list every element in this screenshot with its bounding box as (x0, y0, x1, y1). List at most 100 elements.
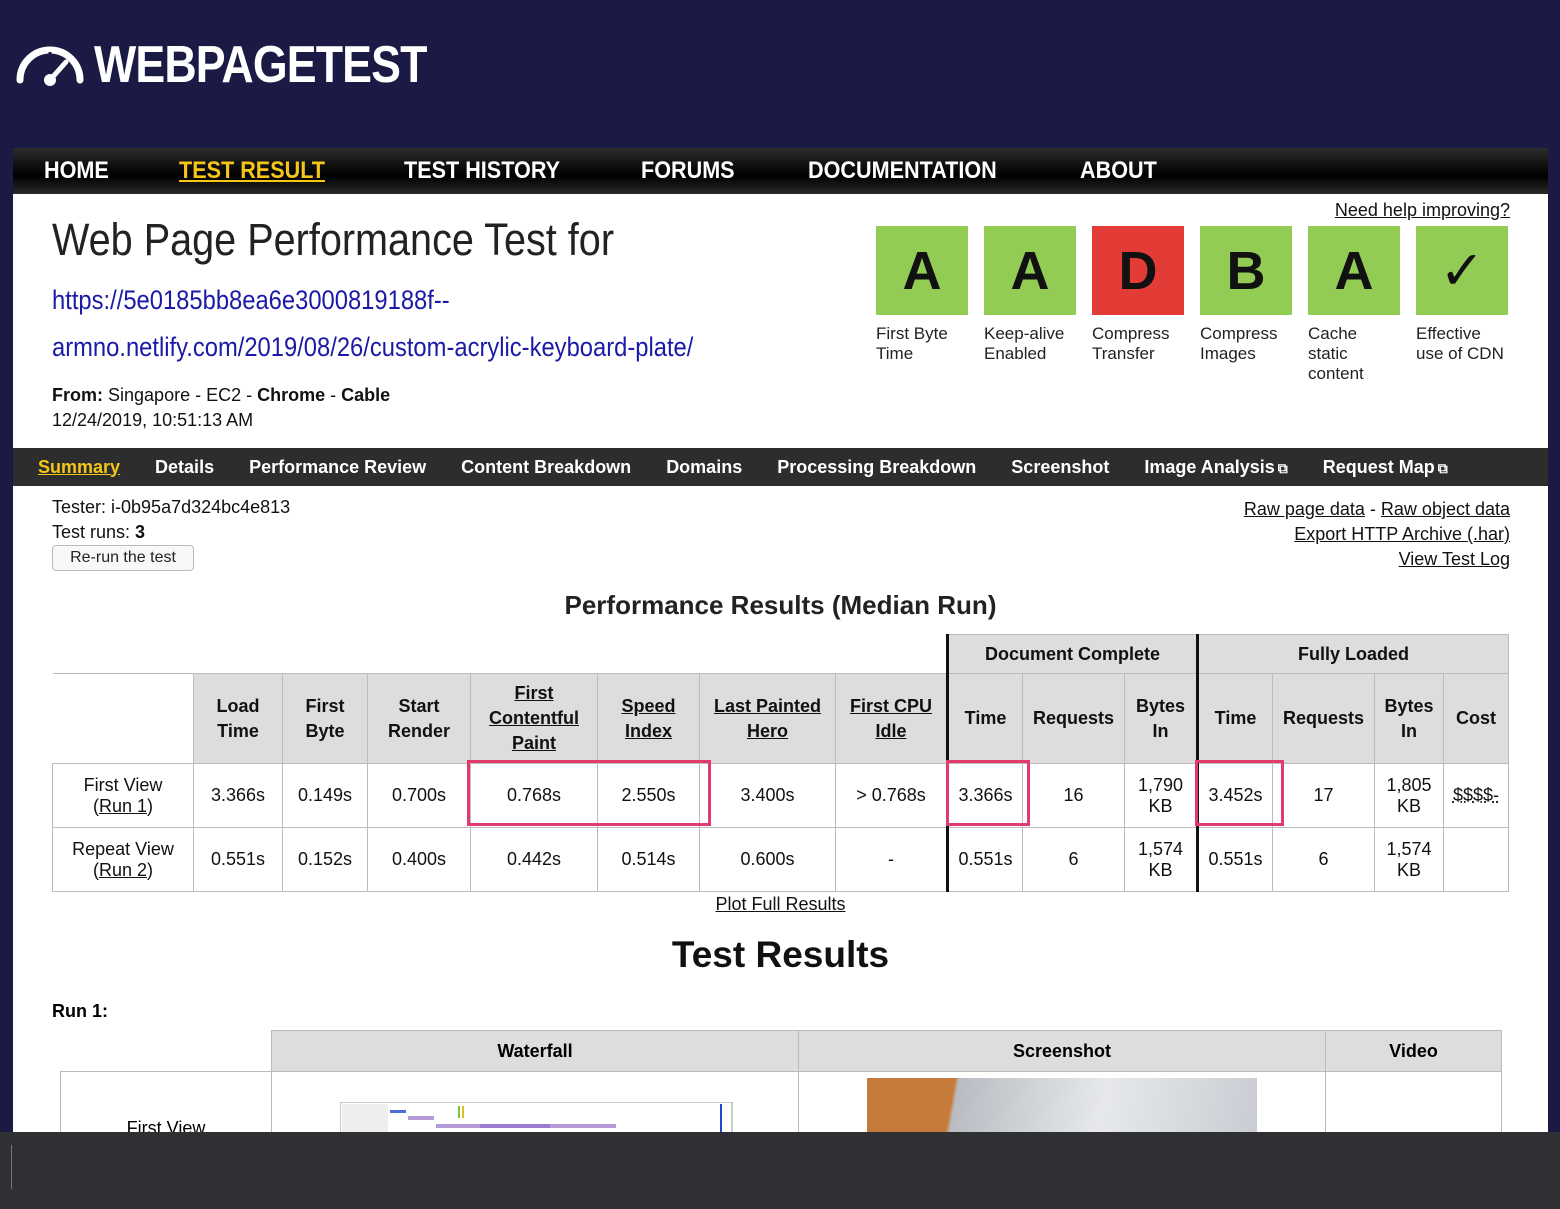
test-runs-info: Test runs: 3 (52, 522, 145, 543)
run-2-link[interactable]: Run 2 (99, 860, 147, 880)
cell-full-bytes: 1,805 KB (1374, 763, 1444, 828)
grade-cdn[interactable]: ✓ Effective use of CDN (1416, 226, 1508, 364)
grade-label: Cache static content (1308, 324, 1364, 383)
nav-test-result[interactable]: TEST RESULT (179, 157, 325, 185)
tab-request-map[interactable]: Request Map ⧉ (1323, 457, 1448, 478)
nav-about[interactable]: ABOUT (1080, 157, 1157, 185)
cell-lph: 0.600s (699, 827, 836, 892)
nav-home[interactable]: HOME (44, 157, 109, 185)
cell-full-requests: 6 (1272, 827, 1375, 892)
grade-box: A (1308, 226, 1400, 315)
cell-doc-requests: 6 (1022, 827, 1125, 892)
cell-full-bytes: 1,574 KB (1374, 827, 1444, 892)
help-improving-link[interactable]: Need help improving? (1335, 200, 1510, 221)
group-document-complete: Document Complete (946, 634, 1198, 674)
header-doc-time: Time (946, 673, 1023, 764)
tab-details[interactable]: Details (155, 457, 214, 478)
waterfall-preview (340, 1102, 733, 1134)
cell-lph: 3.400s (699, 763, 836, 828)
logo[interactable]: WEBPAGETEST (14, 30, 481, 100)
rerun-button[interactable]: Re-run the test (52, 545, 194, 571)
nav-forums[interactable]: FORUMS (641, 157, 735, 185)
grade-compress-transfer[interactable]: D Compress Transfer (1092, 226, 1184, 364)
tester-id: i-0b95a7d324bc4e813 (111, 497, 291, 517)
grade-label: First Byte Time (876, 324, 948, 363)
tab-screenshot[interactable]: Screenshot (1011, 457, 1109, 478)
grade-first-byte[interactable]: A First Byte Time (876, 226, 968, 364)
grade-label: Compress Images (1200, 324, 1278, 363)
tested-url-link[interactable]: https://5e0185bb8ea6e3000819188f--armno.… (52, 277, 826, 371)
runs-label: Test runs: (52, 522, 136, 542)
grade-keep-alive[interactable]: A Keep-alive Enabled (984, 226, 1076, 364)
cell-doc-time: 0.551s (946, 827, 1023, 892)
waterfall-thumbnail[interactable] (271, 1071, 799, 1134)
plot-full-results-link[interactable]: Plot Full Results (13, 894, 1548, 915)
cell-fcp: 0.442s (470, 827, 598, 892)
tab-label: Image Analysis (1144, 456, 1275, 477)
header-first-contentful-paint[interactable]: First Contentful Paint (470, 673, 598, 764)
cell-start-render: 0.700s (367, 763, 471, 828)
run-1-link[interactable]: Run 1 (99, 796, 147, 816)
header-last-painted-hero[interactable]: Last Painted Hero (699, 673, 836, 764)
test-location: From: Singapore - EC2 - Chrome - Cable (52, 385, 390, 406)
logo-wordmark: WEBPAGETEST (94, 36, 427, 94)
run-1-table: Waterfall Screenshot Video First View (60, 1030, 1502, 1134)
grade-label: Effective use of CDN (1416, 324, 1504, 363)
view-test-log-link[interactable]: View Test Log (1399, 549, 1510, 569)
cell-load: 3.366s (193, 763, 283, 828)
test-date: 12/24/2019, 10:51:13 AM (52, 410, 254, 430)
header-speed-index[interactable]: Speed Index (597, 673, 700, 764)
nav-documentation[interactable]: DOCUMENTATION (808, 157, 997, 185)
grade-cache-static[interactable]: A Cache static content (1308, 226, 1400, 384)
text-cursor (11, 1145, 12, 1189)
from-location: Singapore - EC2 - (108, 385, 258, 405)
from-browser: Chrome (257, 385, 326, 405)
nav-test-history[interactable]: TEST HISTORY (404, 157, 560, 185)
header-full-requests: Requests (1272, 673, 1375, 764)
tab-processing-breakdown[interactable]: Processing Breakdown (777, 457, 976, 478)
cell-cost[interactable]: $$$$- (1443, 763, 1509, 828)
runs-count: 3 (135, 522, 146, 542)
column-video: Video (1325, 1030, 1502, 1072)
tab-image-analysis[interactable]: Image Analysis ⧉ (1144, 457, 1287, 478)
cell-doc-bytes: 1,574 KB (1124, 827, 1198, 892)
main-content: Web Page Performance Test for https://5e… (13, 194, 1548, 1134)
run-table-spacer (60, 1030, 272, 1072)
page-title: Web Page Performance Test for (52, 214, 615, 265)
grade-box: A (984, 226, 1076, 315)
raw-object-data-link[interactable]: Raw object data (1381, 499, 1510, 519)
grade-compress-images[interactable]: B Compress Images (1200, 226, 1292, 364)
cell-full-time: 0.551s (1196, 827, 1273, 892)
export-har-link[interactable]: Export HTTP Archive (.har) (1294, 524, 1510, 544)
column-waterfall: Waterfall (271, 1030, 799, 1072)
external-link-icon: ⧉ (1277, 459, 1288, 476)
group-fully-loaded: Fully Loaded (1196, 634, 1509, 674)
header-full-bytes: Bytes In (1374, 673, 1444, 764)
header-full-time: Time (1196, 673, 1273, 764)
cell-speed-index: 0.514s (597, 827, 700, 892)
row-label: Repeat View (Run 2) (52, 827, 194, 892)
tab-summary[interactable]: Summary (38, 457, 120, 478)
external-link-icon: ⧉ (1437, 459, 1448, 476)
video-cell[interactable] (1325, 1071, 1502, 1134)
cell-cost (1443, 827, 1509, 892)
grade-label: Compress Transfer (1092, 324, 1170, 363)
performance-heading: Performance Results (Median Run) (564, 590, 997, 620)
table-row-first-view: First View (Run 1) 3.366s 0.149s 0.700s 0… (52, 763, 1509, 828)
tab-domains[interactable]: Domains (666, 457, 742, 478)
header-first-cpu-idle[interactable]: First CPU Idle (835, 673, 948, 764)
tab-content-breakdown[interactable]: Content Breakdown (461, 457, 631, 478)
table-spacer (52, 634, 948, 674)
raw-data-links: Raw page data - Raw object data Export H… (1244, 497, 1510, 572)
tab-performance-review[interactable]: Performance Review (249, 457, 426, 478)
cell-cpu-idle: - (835, 827, 948, 892)
grade-label: Keep-alive Enabled (984, 324, 1065, 363)
screenshot-thumbnail[interactable] (798, 1071, 1326, 1134)
cell-doc-requests: 16 (1022, 763, 1125, 828)
row-label: First View (Run 1) (52, 763, 194, 828)
raw-page-data-link[interactable]: Raw page data (1244, 499, 1365, 519)
header-doc-bytes: Bytes In (1124, 673, 1198, 764)
cell-start-render: 0.400s (367, 827, 471, 892)
tester-info: Tester: i-0b95a7d324bc4e813 (52, 497, 290, 518)
from-label: From: (52, 385, 103, 405)
